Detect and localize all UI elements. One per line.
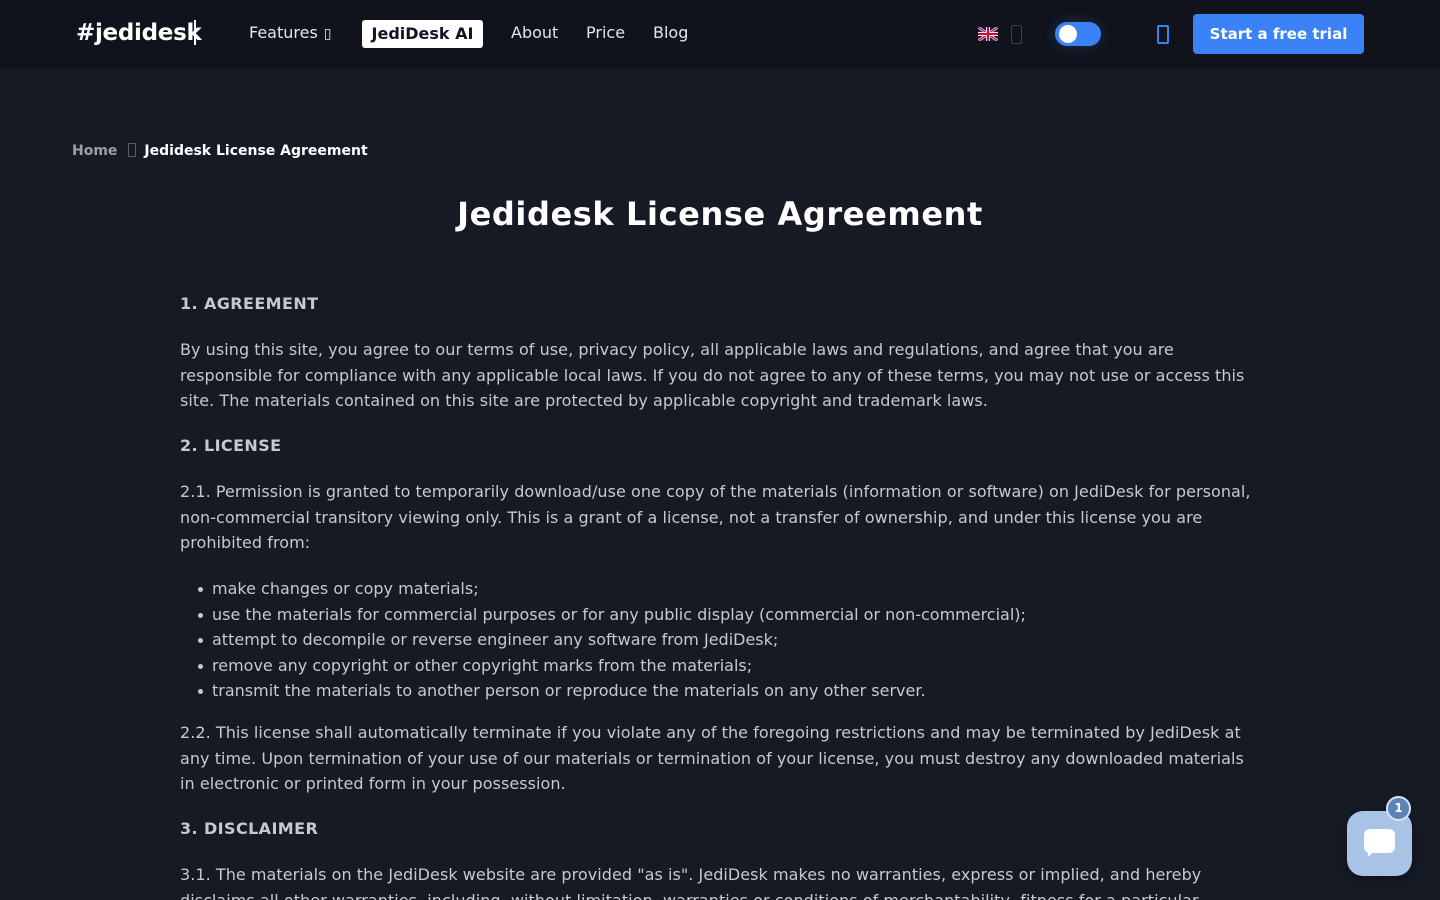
prohibited-list: make changes or copy materials; use the … <box>180 576 1260 704</box>
breadcrumb: Home Jedidesk License Agreement <box>72 141 368 161</box>
uk-flag-icon[interactable] <box>978 27 998 41</box>
nav-about[interactable]: About <box>511 22 558 44</box>
agreement-paragraph: By using this site, you agree to our ter… <box>180 340 1245 411</box>
logo[interactable]: #jedidesk <box>76 18 202 48</box>
nav-blog[interactable]: Blog <box>653 22 688 44</box>
license-paragraph-1: 2.1. Permission is granted to temporaril… <box>180 482 1251 553</box>
chevron-right-icon <box>128 143 137 157</box>
start-free-trial-button[interactable]: Start a free trial <box>1193 14 1364 54</box>
chat-widget-button[interactable] <box>1347 811 1412 876</box>
disclaimer-paragraph: 3.1. The materials on the JediDesk websi… <box>180 865 1202 900</box>
page-title: Jedidesk License Agreement <box>457 195 983 233</box>
list-item: transmit the materials to another person… <box>180 678 1260 704</box>
breadcrumb-home[interactable]: Home <box>72 143 117 159</box>
list-item: remove any copyright or other copyright … <box>180 653 1260 679</box>
user-icon[interactable] <box>1157 25 1169 44</box>
section-heading-agreement: 1. AGREEMENT <box>180 294 319 313</box>
list-item: attempt to decompile or reverse engineer… <box>180 627 1260 653</box>
chat-bubble-tail <box>1368 849 1376 857</box>
toggle-knob <box>1059 25 1077 43</box>
chevron-down-icon: ▯ <box>323 26 332 42</box>
site-header: #jedidesk Features ▯ JediDesk AI About Pr… <box>0 0 1440 68</box>
theme-toggle[interactable] <box>1055 22 1101 46</box>
chat-unread-badge: 1 <box>1386 796 1411 821</box>
nav-features-label: Features <box>249 23 318 42</box>
license-paragraph-2: 2.2. This license shall automatically te… <box>180 723 1244 794</box>
section-heading-license: 2. LICENSE <box>180 436 282 455</box>
breadcrumb-current: Jedidesk License Agreement <box>144 143 368 159</box>
list-item: make changes or copy materials; <box>180 576 1260 602</box>
nav-price[interactable]: Price <box>586 22 625 44</box>
logo-cursor <box>194 20 196 45</box>
nav-features[interactable]: Features ▯ <box>249 22 332 45</box>
nav-jedidesk-ai[interactable]: JediDesk AI <box>362 20 483 48</box>
section-heading-disclaimer: 3. DISCLAIMER <box>180 819 319 838</box>
list-item: use the materials for commercial purpose… <box>180 602 1260 628</box>
language-chevron-icon[interactable] <box>1011 25 1022 44</box>
